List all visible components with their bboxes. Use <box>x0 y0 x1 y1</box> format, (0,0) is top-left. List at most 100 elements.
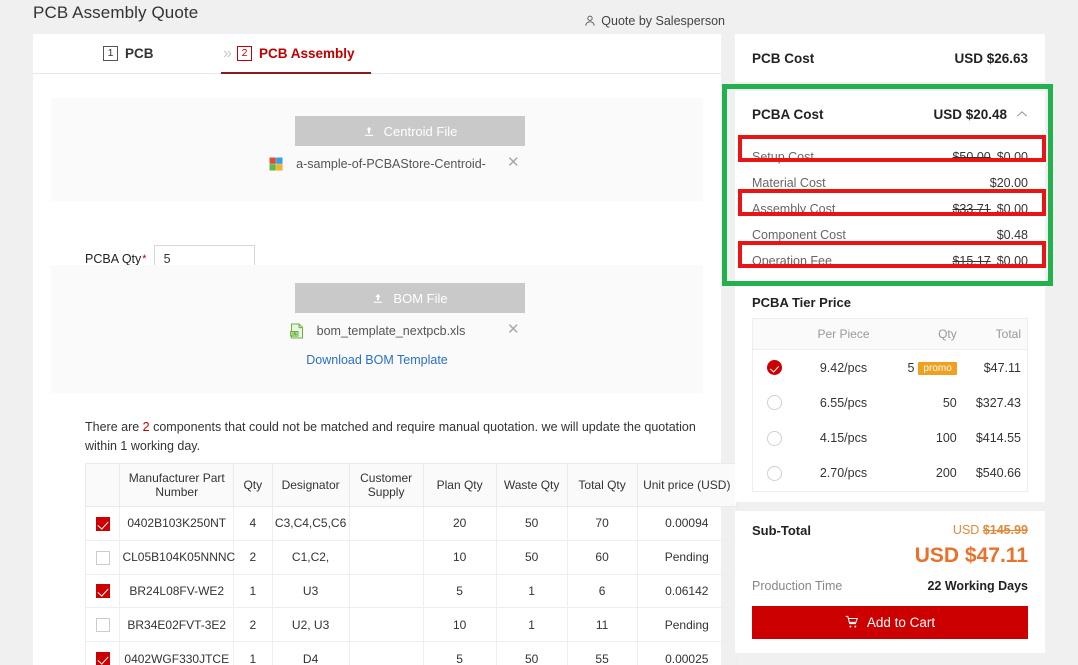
col-header-select <box>84 463 121 507</box>
cell-unit-price: 0.00025 <box>636 641 738 665</box>
tier-qty: 100 <box>935 431 957 445</box>
centroid-file-upload-button[interactable]: Centroid File <box>295 116 525 146</box>
notice-prefix: There are <box>85 420 143 434</box>
add-to-cart-button[interactable]: Add to Cart <box>752 605 1028 639</box>
tier-qty: 50 <box>942 395 957 410</box>
chevron-double-right-icon: » <box>223 45 232 62</box>
promo-badge: promo <box>918 361 957 375</box>
row-select-cell <box>84 607 121 643</box>
tab-pcb-assembly-number: 2 <box>237 46 252 61</box>
cell-qty: 4 <box>233 506 273 541</box>
cost-values: $20.00 <box>990 176 1028 190</box>
cost-values: $0.48 <box>997 228 1028 242</box>
row-select-cell <box>84 573 121 609</box>
row-checkbox[interactable] <box>95 584 110 599</box>
centroid-upload-label: Centroid File <box>383 123 458 139</box>
tab-pcb[interactable]: 1 PCB <box>103 34 154 74</box>
tier-col-qty: Qty <box>889 318 963 350</box>
tier-radio[interactable] <box>767 430 783 446</box>
person-icon <box>584 15 596 27</box>
subtotal-label: Sub-Total <box>752 522 811 538</box>
cell-plan-qty: 10 <box>422 607 497 643</box>
cell-plan-qty: 5 <box>422 573 497 609</box>
tier-qty: 200 <box>935 466 957 481</box>
bom-upload-block: BOM File XLS bom_template_nextpcb.xls ✕ … <box>51 265 703 393</box>
cost-label: Setup Cost <box>752 150 814 164</box>
production-time-row: Production Time 22 Working Days <box>752 579 1028 593</box>
table-row: 0402WGF330JTCE 1 D4 5 50 55 0.00025 <box>84 641 738 665</box>
tier-row[interactable]: 9.42/pcs 5 promo $47.11 <box>753 350 1028 386</box>
cell-designator: C1,C2, <box>271 539 350 575</box>
tier-radio[interactable] <box>767 395 783 411</box>
col-header-qty: Qty <box>233 463 273 507</box>
pcba-cost-card: PCBA Cost USD $20.48 Setup Cost $50.00 $0.… <box>735 91 1045 282</box>
tier-per-piece: 2.70/pcs <box>819 466 868 481</box>
download-bom-template-link[interactable]: Download BOM Template <box>51 353 703 367</box>
required-marker: * <box>142 253 147 265</box>
pcba-cost-amount: USD $20.48 <box>933 106 1007 122</box>
cell-plan-qty: 20 <box>422 506 497 541</box>
tier-row[interactable]: 2.70/pcs 200 $540.66 <box>753 456 1028 492</box>
tier-row[interactable]: 4.15/pcs 100 $414.55 <box>753 420 1028 455</box>
cost-old-value: $33.71 <box>952 202 991 216</box>
quote-by-salesperson[interactable]: Quote by Salesperson <box>584 14 725 28</box>
cell-customer-supply <box>348 641 424 665</box>
subtotal-original-price: USD $145.99 <box>953 523 1028 537</box>
bom-file-row: XLS bom_template_nextpcb.xls ✕ <box>51 322 703 339</box>
cell-qty: 1 <box>233 641 273 665</box>
components-table: Manufacturer Part Number Qty Designator … <box>84 463 738 665</box>
tier-total: $47.11 <box>983 360 1021 375</box>
tier-select-cell <box>753 456 797 492</box>
table-header-row: Manufacturer Part Number Qty Designator … <box>84 463 738 507</box>
tier-row[interactable]: 6.55/pcs 50 $327.43 <box>753 385 1028 420</box>
production-time-value: 22 Working Days <box>927 578 1028 593</box>
cell-designator: U2, U3 <box>271 607 350 643</box>
tier-qty-cell: 100 <box>890 420 963 455</box>
cost-value: $20.00 <box>989 176 1028 190</box>
cost-row: Operation Fee $15.17 $0.00 <box>752 248 1028 274</box>
tier-radio[interactable] <box>767 465 783 481</box>
tier-per-piece: 6.55/pcs <box>819 395 868 410</box>
cell-qty: 2 <box>233 539 273 575</box>
row-checkbox[interactable] <box>95 550 110 565</box>
pcb-cost-title: PCB Cost <box>752 50 815 66</box>
table-row: BR24L08FV-WE2 1 U3 5 1 6 0.06142 <box>84 573 738 609</box>
cost-label: Component Cost <box>752 228 846 242</box>
notice-count: 2 <box>142 420 150 434</box>
cell-unit-price: 0.00094 <box>636 506 738 541</box>
col-header-waste-qty: Waste Qty <box>495 463 568 507</box>
cost-values: $15.17 $0.00 <box>952 254 1028 268</box>
bom-file-upload-button[interactable]: BOM File <box>295 283 525 313</box>
cell-total-qty: 11 <box>566 607 638 643</box>
tab-pcb-assembly-label: PCB Assembly <box>259 46 355 61</box>
cost-row: Component Cost $0.48 <box>752 222 1028 248</box>
cell-mpn: 0402WGF330JTCE <box>119 641 235 665</box>
tier-radio[interactable] <box>767 360 783 376</box>
tier-per-piece: 9.42/pcs <box>819 360 868 375</box>
cell-unit-price: Pending <box>636 539 738 575</box>
table-row: 0402B103K250NT 4 C3,C4,C5,C6 20 50 70 0.00094 <box>84 506 738 541</box>
close-icon[interactable]: ✕ <box>507 155 520 170</box>
tab-pcb-label: PCB <box>125 46 154 61</box>
cart-icon <box>845 615 859 629</box>
cell-waste-qty: 1 <box>495 607 568 643</box>
cell-total-qty: 70 <box>566 506 638 541</box>
row-checkbox[interactable] <box>95 516 110 531</box>
row-checkbox[interactable] <box>95 618 110 633</box>
bom-upload-label: BOM File <box>393 290 448 306</box>
chevron-up-icon[interactable] <box>1016 110 1028 118</box>
row-checkbox[interactable] <box>95 652 110 665</box>
totals-section: Sub-Total USD $145.99 USD $47.11 Product… <box>735 510 1045 653</box>
cell-plan-qty: 5 <box>422 641 497 665</box>
svg-text:XLS: XLS <box>290 331 298 336</box>
row-select-cell <box>84 539 121 575</box>
close-icon[interactable]: ✕ <box>507 322 520 337</box>
grand-total: USD $47.11 <box>914 543 1028 567</box>
pcba-cost-header[interactable]: PCBA Cost USD $20.48 <box>735 91 1045 138</box>
cost-values: $50.00 $0.00 <box>952 150 1028 164</box>
image-file-icon <box>268 156 296 172</box>
tab-pcb-assembly[interactable]: 2 PCB Assembly <box>221 34 371 74</box>
tier-per-piece: 4.15/pcs <box>819 431 868 445</box>
upload-icon <box>363 125 375 138</box>
notice-suffix: components that could not be matched and… <box>85 420 696 453</box>
